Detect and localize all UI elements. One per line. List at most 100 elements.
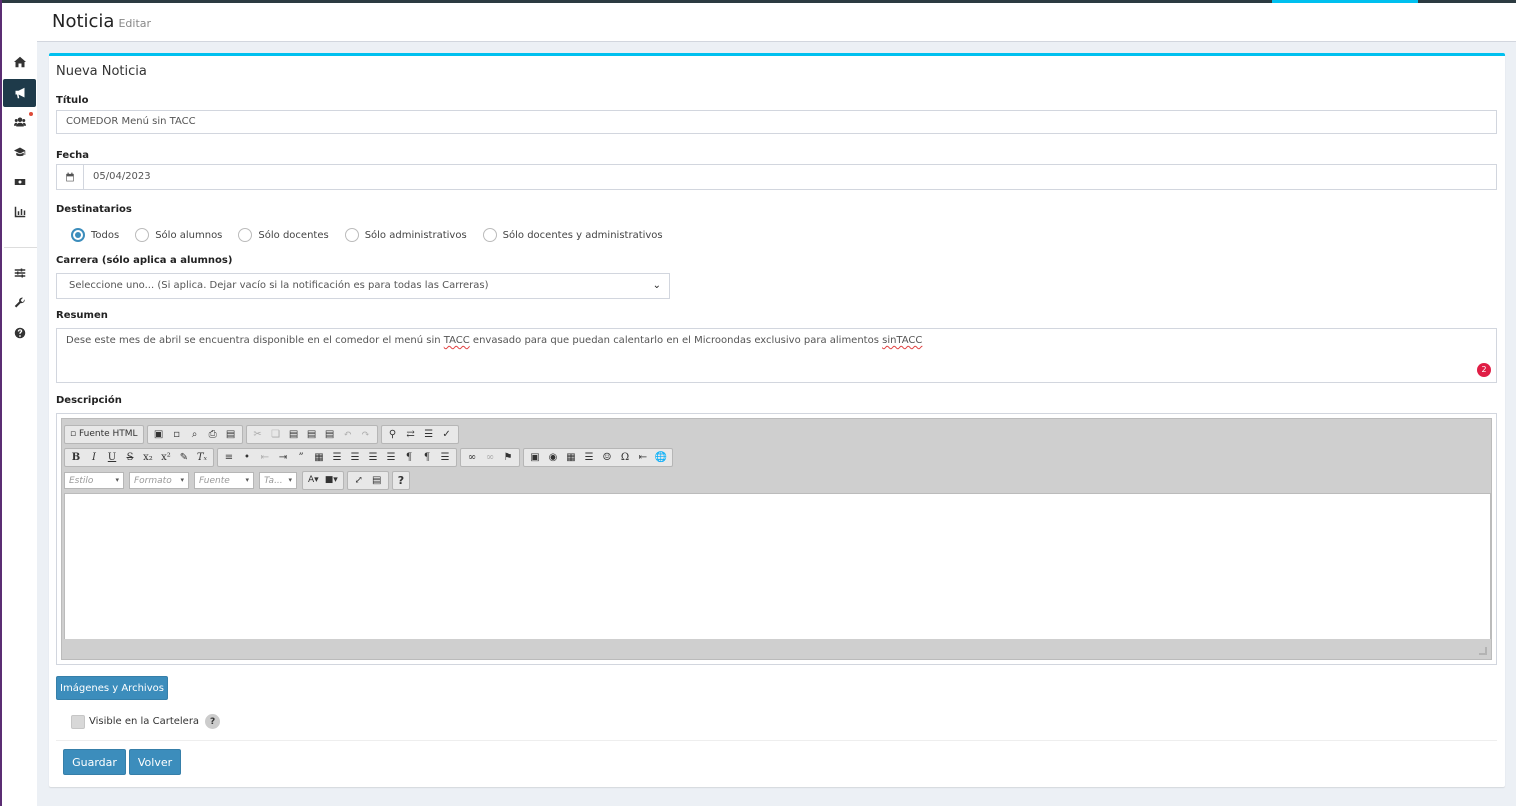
bg-color-icon[interactable]: ■▾ — [322, 472, 341, 489]
paste-icon[interactable]: ▤ — [285, 426, 303, 443]
select-all-icon[interactable]: ☰ — [420, 426, 438, 443]
table-icon[interactable]: ▦ — [562, 449, 580, 466]
question-icon[interactable] — [3, 319, 36, 347]
guardar-button[interactable]: Guardar — [63, 749, 126, 775]
spellcheck-icon[interactable]: ✓ — [438, 426, 456, 443]
font-combo[interactable]: Fuente — [194, 471, 254, 489]
calendar-icon[interactable] — [56, 164, 84, 190]
bar-chart-icon[interactable] — [3, 198, 36, 226]
bullhorn-icon[interactable] — [3, 79, 36, 107]
titulo-input[interactable]: COMEDOR Menú sin TACC — [56, 110, 1497, 134]
justify-icon[interactable]: ☰ — [382, 449, 400, 466]
radio-circle[interactable] — [238, 228, 253, 242]
volver-button[interactable]: Volver — [129, 749, 181, 775]
iframe-globe-icon[interactable]: 🌐 — [652, 449, 670, 466]
resize-grip-icon[interactable] — [1479, 647, 1487, 655]
indent-icon[interactable]: ⇥ — [274, 449, 292, 466]
outdent-icon[interactable]: ⇤ — [256, 449, 274, 466]
spellcheck-badge[interactable]: 2 — [1477, 363, 1491, 377]
show-blocks-icon[interactable]: ▤ — [368, 472, 386, 489]
radio-solo-alumnos[interactable]: Sólo alumnos — [135, 228, 222, 242]
editor-toolbar-row-2: B I U S x₂ x² ✎ Tₓ ≡ • ⇤ ⇥ ” ▦ ☰ ☰ ☰ ☰ ¶… — [64, 447, 676, 467]
visible-cartelera-label: Visible en la Cartelera — [89, 716, 200, 727]
templates-icon[interactable]: ▤ — [222, 426, 240, 443]
flash-icon[interactable]: ◉ — [544, 449, 562, 466]
carrera-select[interactable]: Seleccione uno... (Si aplica. Dejar vací… — [56, 273, 670, 299]
radio-circle[interactable] — [482, 228, 497, 242]
fecha-input[interactable]: 05/04/2023 — [83, 164, 1497, 190]
visible-cartelera-checkbox[interactable]: Visible en la Cartelera ? — [71, 714, 221, 729]
horizontal-line-icon[interactable]: ☰ — [580, 449, 598, 466]
fecha-label: Fecha — [56, 150, 90, 161]
ltr-icon[interactable]: ¶ — [400, 449, 418, 466]
maximize-icon[interactable]: ⤢ — [350, 472, 368, 489]
numbered-list-icon[interactable]: ≡ — [220, 449, 238, 466]
radio-solo-docentes-y-administrativos[interactable]: Sólo docentes y administrativos — [482, 228, 663, 242]
help-icon[interactable]: ? — [395, 472, 407, 489]
radio-todos[interactable]: Todos — [71, 228, 119, 242]
paste-text-icon[interactable]: ▤ — [303, 426, 321, 443]
link-icon[interactable]: ∞ — [463, 449, 481, 466]
page-title-text: Noticia — [52, 11, 115, 32]
toolbar-group-insert: ▣ ◉ ▦ ☰ ☺ Ω ⇤ 🌐 — [523, 447, 673, 467]
align-center-icon[interactable]: ☰ — [346, 449, 364, 466]
checkbox-box[interactable] — [71, 714, 85, 729]
special-char-icon[interactable]: Ω — [616, 449, 634, 466]
radio-solo-docentes[interactable]: Sólo docentes — [238, 228, 329, 242]
sliders-icon[interactable] — [3, 259, 36, 287]
save-icon[interactable]: ▣ — [150, 426, 168, 443]
undo-icon[interactable]: ↶ — [339, 426, 357, 443]
format-combo[interactable]: Formato — [129, 471, 189, 489]
cut-icon[interactable]: ✂ — [249, 426, 267, 443]
text-color-icon[interactable]: A▾ — [305, 472, 322, 489]
new-page-icon[interactable]: ▫ — [168, 426, 186, 443]
style-combo[interactable]: Estilo — [64, 471, 124, 489]
home-icon[interactable] — [3, 48, 36, 76]
print-icon[interactable]: ⎙ — [204, 426, 222, 443]
image-icon[interactable]: ▣ — [526, 449, 544, 466]
radio-circle[interactable] — [344, 228, 359, 242]
blockquote-icon[interactable]: ” — [292, 449, 310, 466]
help-question-icon[interactable]: ? — [205, 714, 221, 729]
replace-icon[interactable]: ⇄ — [402, 426, 420, 443]
language-icon[interactable]: ☰ — [436, 449, 454, 466]
find-icon[interactable]: ⚲ — [384, 426, 402, 443]
align-left-icon[interactable]: ☰ — [328, 449, 346, 466]
superscript-icon[interactable]: x² — [157, 449, 175, 466]
rtl-icon[interactable]: ¶ — [418, 449, 436, 466]
paste-word-icon[interactable]: ▤ — [321, 426, 339, 443]
radio-label: Todos — [91, 229, 120, 241]
radio-circle[interactable] — [135, 228, 150, 242]
source-html-button[interactable]: ▫ Fuente HTML — [67, 426, 141, 443]
unlink-icon[interactable]: ∞ — [481, 449, 499, 466]
div-container-icon[interactable]: ▦ — [310, 449, 328, 466]
resumen-misspelled-word: sinTACC — [882, 335, 923, 346]
copy-format-icon[interactable]: ✎ — [175, 449, 193, 466]
descripcion-label: Descripción — [56, 395, 122, 406]
smiley-icon[interactable]: ☺ — [598, 449, 616, 466]
redo-icon[interactable]: ↷ — [357, 426, 375, 443]
strikethrough-icon[interactable]: S — [121, 449, 139, 466]
bulleted-list-icon[interactable]: • — [238, 449, 256, 466]
wrench-icon[interactable] — [3, 289, 36, 317]
underline-icon[interactable]: U — [103, 449, 121, 466]
page-break-icon[interactable]: ⇤ — [634, 449, 652, 466]
preview-icon[interactable]: ⌕ — [186, 426, 204, 443]
news-form-box: Nueva Noticia Título COMEDOR Menú sin TA… — [49, 53, 1505, 787]
money-icon[interactable] — [3, 168, 36, 196]
graduation-cap-icon[interactable] — [3, 138, 36, 166]
anchor-flag-icon[interactable]: ⚑ — [499, 449, 517, 466]
carrera-label: Carrera (sólo aplica a alumnos) — [56, 255, 233, 266]
radio-circle[interactable] — [71, 228, 85, 242]
editor-content-area[interactable] — [64, 493, 1491, 643]
size-combo[interactable]: Ta... — [259, 471, 297, 489]
imagenes-archivos-button[interactable]: Imágenes y Archivos — [56, 676, 168, 700]
radio-solo-administrativos[interactable]: Sólo administrativos — [344, 228, 467, 242]
italic-icon[interactable]: I — [85, 449, 103, 466]
copy-icon[interactable]: ❏ — [267, 426, 285, 443]
remove-format-icon[interactable]: Tₓ — [193, 449, 211, 466]
subscript-icon[interactable]: x₂ — [139, 449, 157, 466]
bold-icon[interactable]: B — [67, 449, 85, 466]
resumen-textarea[interactable]: Dese este mes de abril se encuentra disp… — [56, 328, 1497, 383]
align-right-icon[interactable]: ☰ — [364, 449, 382, 466]
